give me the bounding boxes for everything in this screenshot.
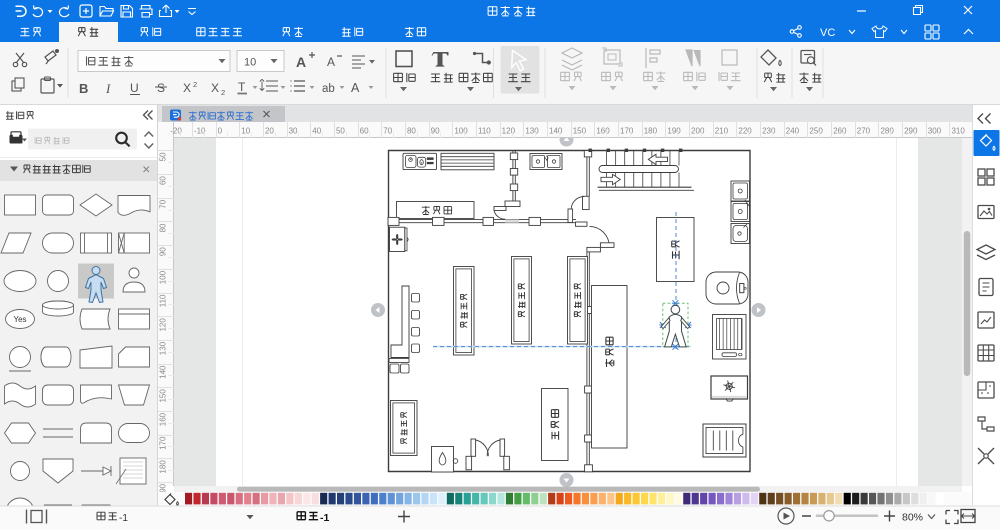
svg-text:240: 240 <box>786 127 800 136</box>
svg-text:X: X <box>211 81 219 95</box>
svg-text:260: 260 <box>833 127 847 136</box>
svg-text:70: 70 <box>383 127 392 136</box>
svg-text:70: 70 <box>159 199 168 208</box>
svg-text:110: 110 <box>478 127 491 136</box>
svg-text:60: 60 <box>360 127 369 136</box>
svg-text:T: T <box>238 80 246 94</box>
svg-text:290: 290 <box>904 127 918 136</box>
svg-text:100: 100 <box>159 270 168 284</box>
svg-text:170: 170 <box>159 436 168 450</box>
svg-text:80%: 80% <box>902 512 923 524</box>
svg-text:300: 300 <box>928 127 942 136</box>
svg-text:130: 130 <box>525 127 539 136</box>
svg-text:50: 50 <box>336 127 345 136</box>
svg-text:20: 20 <box>265 127 274 136</box>
svg-text:90: 90 <box>159 247 168 256</box>
svg-text:50: 50 <box>159 152 168 161</box>
svg-text:200: 200 <box>691 127 705 136</box>
svg-text:310: 310 <box>951 127 965 136</box>
svg-text:2: 2 <box>193 80 197 89</box>
svg-text:150: 150 <box>159 389 168 403</box>
svg-text:80: 80 <box>407 127 416 136</box>
svg-text:I: I <box>105 81 111 96</box>
svg-text:160: 160 <box>159 412 168 426</box>
svg-text:30: 30 <box>289 127 298 136</box>
svg-text:280: 280 <box>880 127 894 136</box>
svg-text:250: 250 <box>809 127 823 136</box>
svg-text:0: 0 <box>218 127 223 136</box>
svg-text:Yes: Yes <box>13 315 26 324</box>
svg-text:80: 80 <box>159 223 168 232</box>
svg-text:90: 90 <box>431 127 440 136</box>
svg-text:-1: -1 <box>320 512 329 524</box>
svg-text:130: 130 <box>159 341 168 355</box>
svg-text:40: 40 <box>312 127 321 136</box>
svg-text:A: A <box>296 54 306 70</box>
svg-text:120: 120 <box>159 318 168 332</box>
svg-text:140: 140 <box>549 127 563 136</box>
svg-text:10: 10 <box>244 57 256 69</box>
svg-text:100: 100 <box>454 127 468 136</box>
svg-text:140: 140 <box>159 365 168 379</box>
svg-text:60: 60 <box>159 176 168 185</box>
svg-text:10: 10 <box>241 127 250 136</box>
svg-text:210: 210 <box>715 127 729 136</box>
svg-text:220: 220 <box>738 127 752 136</box>
svg-text:120: 120 <box>502 127 516 136</box>
svg-text:180: 180 <box>159 460 168 474</box>
svg-text:X: X <box>183 81 191 95</box>
svg-text:A: A <box>327 55 335 69</box>
svg-text:-1: -1 <box>119 513 128 524</box>
svg-text:190: 190 <box>667 127 681 136</box>
svg-text:ab: ab <box>322 83 335 95</box>
svg-text:S: S <box>157 81 165 95</box>
svg-text:A: A <box>351 81 360 95</box>
svg-text:110: 110 <box>159 294 168 307</box>
svg-text:150: 150 <box>573 127 587 136</box>
svg-text:B: B <box>79 81 88 96</box>
svg-text:230: 230 <box>762 127 776 136</box>
svg-text:170: 170 <box>620 127 634 136</box>
svg-text:180: 180 <box>644 127 658 136</box>
svg-text:270: 270 <box>857 127 871 136</box>
svg-text:VC: VC <box>820 27 835 39</box>
svg-text:160: 160 <box>596 127 610 136</box>
svg-text:U: U <box>130 81 139 95</box>
svg-text:2: 2 <box>221 88 225 97</box>
